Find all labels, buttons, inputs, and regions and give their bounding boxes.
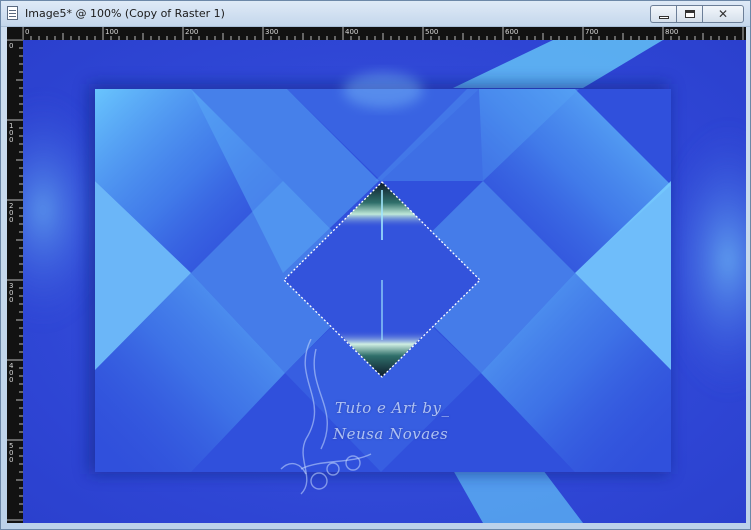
horizontal-ruler[interactable]: 0 100 200 300 400 500 600 700 800: [23, 27, 746, 40]
ruler-top-label: 400: [345, 28, 358, 36]
ruler-left-label: 0: [9, 456, 13, 464]
ruler-top-label: 700: [585, 28, 598, 36]
vertical-ruler-ticks: 0100200300400500: [7, 40, 23, 521]
ruler-top-label: 200: [185, 28, 198, 36]
vertical-ruler[interactable]: 0100200300400500: [7, 40, 23, 523]
minimize-button[interactable]: [650, 5, 676, 23]
watermark-line-1: Tuto e Art by_: [335, 399, 450, 417]
document-icon: [7, 6, 18, 20]
ruler-top-label: 300: [265, 28, 278, 36]
ruler-top-label: 600: [505, 28, 518, 36]
ruler-top-label: 0: [25, 28, 29, 36]
floral-watermark-graphic: [280, 339, 372, 495]
ruler-left-label: 0: [9, 296, 13, 304]
watermark-line-2: Neusa Novaes: [333, 425, 449, 443]
ruler-corner: [7, 27, 23, 40]
ruler-left-label: 0: [9, 216, 13, 224]
minimize-icon: [658, 15, 669, 19]
ruler-left-label: 0: [9, 42, 13, 50]
ruler-top-label: 500: [425, 28, 438, 36]
maximize-button[interactable]: [676, 5, 702, 23]
ruler-top-label: 100: [105, 28, 118, 36]
ruler-left-label: 0: [9, 136, 13, 144]
image-window: Image5* @ 100% (Copy of Raster 1) ✕ 0 100…: [0, 0, 751, 530]
window-controls: ✕: [650, 5, 744, 23]
window-title: Image5* @ 100% (Copy of Raster 1): [25, 7, 225, 20]
ruler-left-label: 0: [9, 376, 13, 384]
close-button[interactable]: ✕: [702, 5, 744, 23]
ruler-top-label: 800: [665, 28, 678, 36]
window-titlebar[interactable]: Image5* @ 100% (Copy of Raster 1) ✕: [1, 1, 750, 27]
horizontal-ruler-ticks: 0 100 200 300 400 500 600 700 800: [23, 27, 744, 40]
close-icon: ✕: [717, 7, 729, 21]
maximize-icon: [684, 10, 695, 18]
